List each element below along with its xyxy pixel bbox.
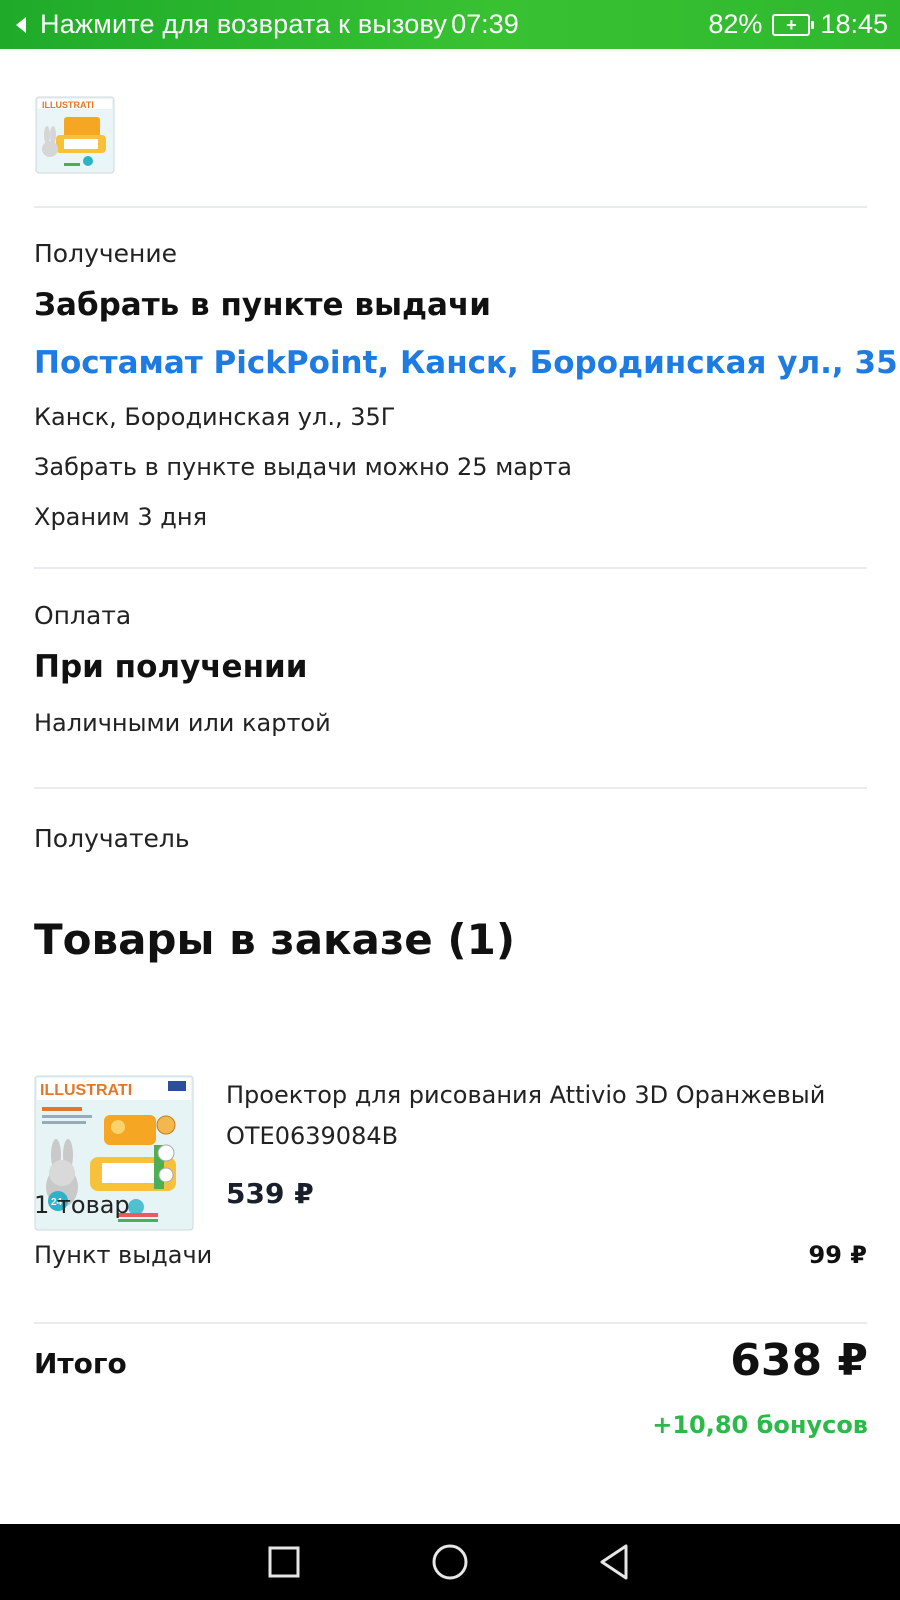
- total-value: 638 ₽: [730, 1335, 868, 1386]
- status-bar[interactable]: Нажмите для возврата к вызову 07:39 82% …: [0, 0, 900, 49]
- items-count: 1 товар: [34, 1191, 130, 1219]
- storage-period: Храним 3 дня: [34, 503, 208, 531]
- delivery-method: Забрать в пункте выдачи: [34, 287, 491, 323]
- delivery-label: Получение: [34, 239, 177, 268]
- product-name[interactable]: Проектор для рисования Attivio 3D Оранже…: [226, 1075, 866, 1157]
- recent-apps-icon[interactable]: [262, 1540, 306, 1584]
- payment-label: Оплата: [34, 601, 132, 630]
- divider: [34, 787, 867, 789]
- divider: [34, 206, 867, 208]
- pickup-point-link[interactable]: Постамат PickPoint, Канск, Бородинская у…: [34, 345, 900, 381]
- total-label: Итого: [34, 1347, 127, 1380]
- status-right-group: 82% + 18:45: [708, 0, 888, 49]
- recipient-label: Получатель: [34, 824, 190, 853]
- pickup-fee-label: Пункт выдачи: [34, 1241, 213, 1269]
- battery-charging-icon: +: [772, 13, 815, 36]
- box-brand: ILLUSTRATI: [40, 1082, 132, 1099]
- order-items-title: Товары в заказе (1): [34, 915, 516, 964]
- back-icon[interactable]: [594, 1540, 638, 1584]
- navigation-bar: [0, 1524, 900, 1600]
- pickup-fee-row: Пункт выдачи 99 ₽: [34, 1241, 867, 1269]
- payment-method: При получении: [34, 649, 308, 685]
- box-brand-small: ILLUSTRATI: [42, 100, 94, 110]
- clock: 18:45: [820, 9, 888, 39]
- payment-details: Наличными или картой: [34, 709, 331, 737]
- back-triangle-icon: [16, 16, 26, 33]
- home-icon[interactable]: [428, 1540, 472, 1584]
- divider: [34, 1322, 867, 1324]
- pickup-fee-value: 99 ₽: [808, 1241, 867, 1269]
- call-duration: 07:39: [451, 9, 519, 39]
- product-thumbnail[interactable]: ILLUSTRATI: [34, 95, 116, 175]
- return-to-call-text[interactable]: Нажмите для возврата к вызову: [40, 9, 447, 40]
- battery-percent: 82%: [708, 9, 763, 39]
- pickup-date: Забрать в пункте выдачи можно 25 марта: [34, 453, 572, 481]
- pickup-address: Канск, Бородинская ул., 35Г: [34, 403, 396, 431]
- divider: [34, 567, 867, 569]
- items-count-row: 1 товар: [34, 1191, 867, 1219]
- bonus-points: +10,80 бонусов: [652, 1411, 868, 1439]
